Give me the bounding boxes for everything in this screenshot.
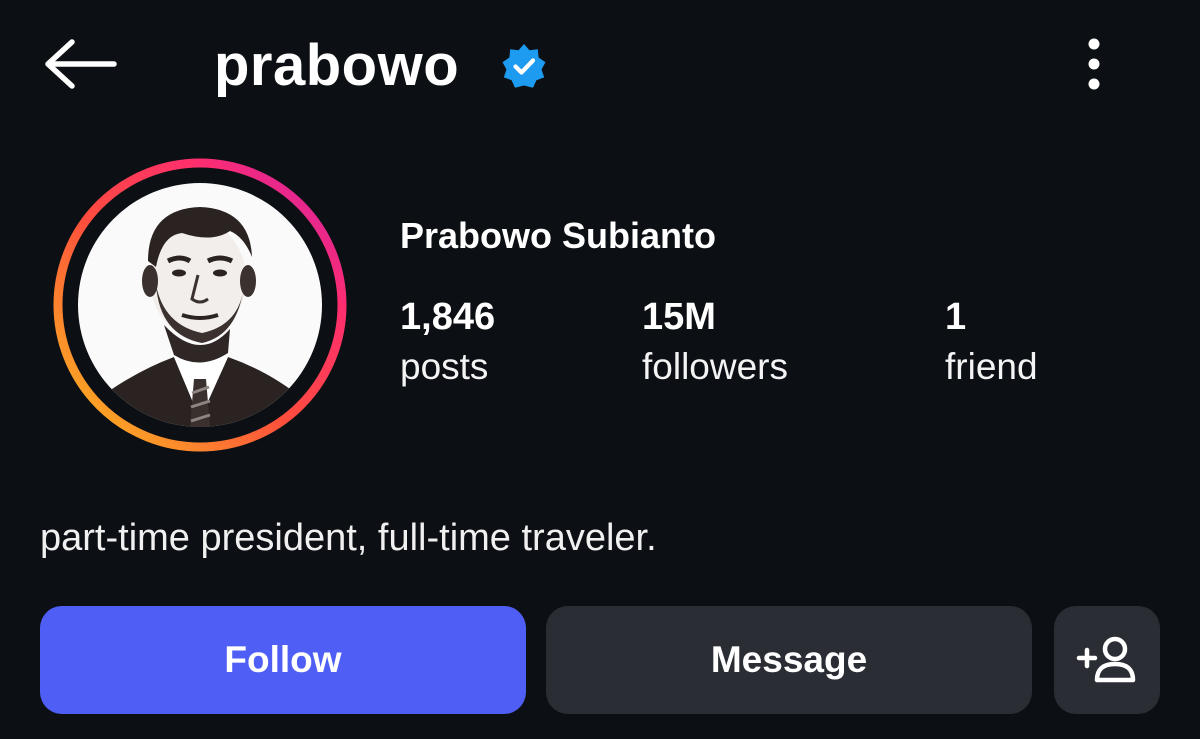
- message-button-label: Message: [710, 639, 868, 680]
- back-arrow-icon: [45, 39, 117, 89]
- stat-friends-count: 1: [945, 296, 967, 338]
- stat-followers-label: followers: [642, 346, 788, 387]
- stat-posts[interactable]: 1,846 posts: [400, 292, 495, 392]
- top-bar: prabowo: [0, 0, 1200, 135]
- stat-posts-count: 1,846: [400, 296, 496, 338]
- message-button[interactable]: Message: [546, 606, 1032, 714]
- stat-followers-count: 15M: [642, 296, 716, 338]
- add-person-icon: [1076, 636, 1136, 683]
- more-options-icon: [1088, 38, 1100, 90]
- stat-friends[interactable]: 1 friend: [945, 292, 1038, 392]
- profile-username: prabowo: [214, 33, 460, 98]
- profile-avatar[interactable]: [52, 157, 348, 453]
- back-button[interactable]: [38, 32, 122, 96]
- avatar-image: [53, 158, 347, 452]
- add-friend-button[interactable]: [1054, 606, 1160, 714]
- profile-bio: part-time president, full-time traveler.: [40, 517, 657, 559]
- stat-posts-label: posts: [400, 346, 489, 387]
- profile-display-name: Prabowo Subianto: [400, 215, 717, 256]
- verified-badge-icon: [502, 44, 546, 88]
- stat-friends-label: friend: [945, 346, 1038, 387]
- follow-button[interactable]: Follow: [40, 606, 526, 714]
- follow-button-label: Follow: [224, 639, 342, 680]
- stat-followers[interactable]: 15M followers: [642, 292, 788, 392]
- more-options-button[interactable]: [1066, 34, 1122, 94]
